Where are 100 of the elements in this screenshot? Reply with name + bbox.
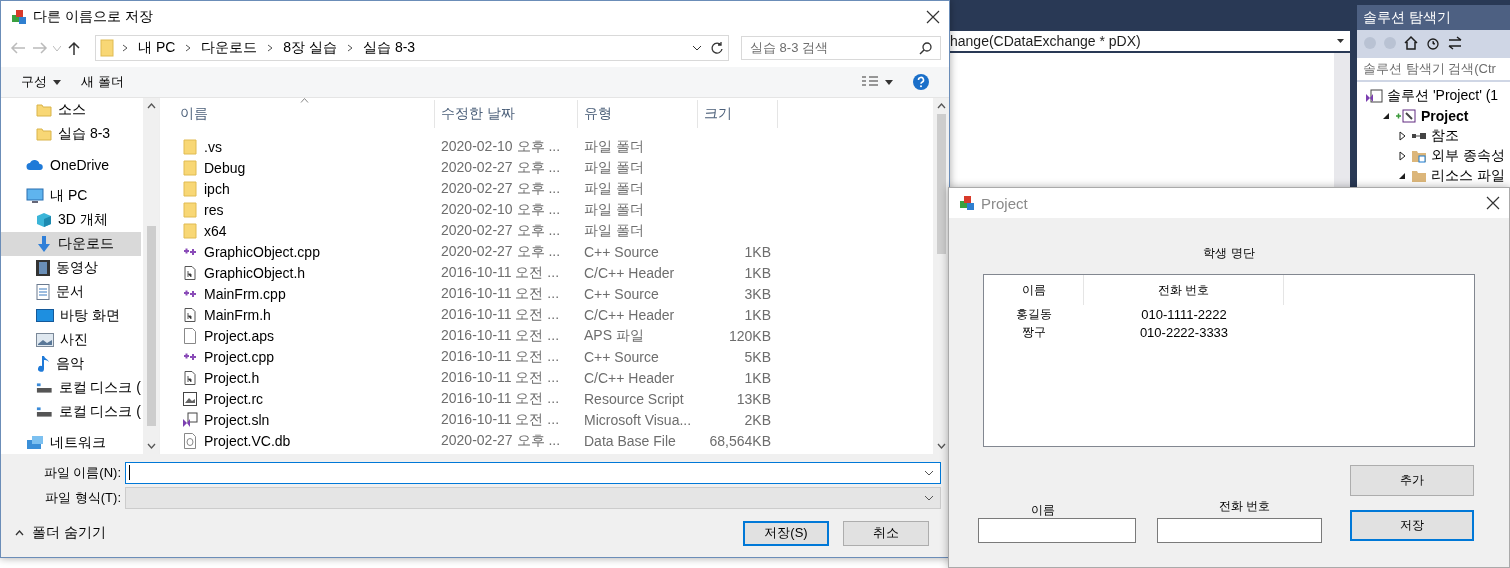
collapsed-arrow-icon[interactable] [1397, 151, 1407, 161]
file-name[interactable]: res [204, 201, 224, 218]
cancel-button[interactable]: 취소 [843, 520, 929, 546]
nav-item[interactable]: 실습 8-3 [1, 122, 141, 146]
close-icon[interactable] [925, 9, 941, 25]
file-name[interactable]: Project.h [204, 369, 260, 386]
nav-item[interactable]: 바탕 화면 [1, 304, 141, 328]
folder-icon [100, 39, 114, 57]
nav-item[interactable]: 동영상 [1, 256, 141, 280]
refresh-icon[interactable] [710, 41, 724, 55]
scroll-thumb[interactable] [936, 114, 946, 254]
new-folder-button[interactable]: 새 폴더 [81, 73, 124, 91]
file-name[interactable]: MainFrm.cpp [204, 285, 286, 302]
network-icon [26, 435, 44, 451]
sync-arrows-icon[interactable] [1447, 36, 1463, 50]
tree-item[interactable]: 솔루션 'Project' (1 [1387, 87, 1499, 105]
tree-item[interactable]: Project [1421, 108, 1469, 124]
nav-item[interactable]: 문서 [1, 280, 141, 304]
column-header[interactable]: 크기 [698, 100, 778, 128]
search-field[interactable]: 실습 8-3 검색 [741, 36, 941, 60]
nav-item[interactable]: 소스 [1, 98, 141, 122]
folder-icon [183, 180, 197, 197]
nav-item[interactable]: 로컬 디스크 ( [1, 400, 141, 424]
member-dropdown[interactable]: hange(CDataExchange * pDX) [950, 31, 1350, 51]
scroll-down-icon[interactable] [936, 443, 946, 449]
dropdown-caret-icon[interactable] [692, 45, 702, 51]
column-header[interactable]: 수정한 날짜 [435, 100, 578, 128]
nav-item[interactable]: 음악 [1, 352, 141, 376]
column-header[interactable]: 이름 [160, 100, 435, 128]
caret-icon [53, 79, 61, 85]
list-cell-text: 010-2222-3333 [1138, 324, 1230, 340]
file-name[interactable]: Project.sln [204, 411, 270, 428]
tree-item[interactable]: 외부 종속성 [1431, 147, 1505, 165]
save-button[interactable]: 저장(S) [743, 520, 829, 546]
help-icon[interactable] [913, 74, 929, 90]
search-field[interactable]: 솔루션 탐색기 검색(Ctr [1357, 58, 1510, 80]
file-type: 파일 폴더 [583, 221, 645, 240]
file-name[interactable]: .vs [204, 138, 222, 155]
file-type: Data Base File [583, 432, 677, 449]
scroll-up-icon[interactable] [936, 103, 946, 109]
scrollbar[interactable] [933, 98, 949, 454]
add-button[interactable]: 추가 [1350, 465, 1474, 496]
column-header[interactable]: 유형 [578, 100, 698, 128]
organize-menu[interactable]: 구성 [21, 73, 61, 91]
dropdown-caret-icon[interactable] [885, 79, 893, 85]
address-bar[interactable]: 내 PC 다운로드 8장 실습 실습 8-3 [95, 35, 729, 61]
breadcrumb[interactable]: 실습 8-3 [361, 39, 418, 57]
close-icon[interactable] [1485, 195, 1501, 211]
file-name[interactable]: GraphicObject.cpp [204, 243, 320, 260]
file-name[interactable]: Project.aps [204, 327, 275, 344]
breadcrumb[interactable]: 8장 실습 [281, 39, 340, 57]
file-name[interactable]: Debug [204, 159, 246, 176]
file-size: 1KB [744, 243, 771, 260]
tree-item[interactable]: 참조 [1431, 127, 1459, 145]
file-name[interactable]: GraphicObject.h [204, 264, 306, 281]
view-list-icon[interactable] [861, 75, 879, 89]
name-field[interactable] [978, 518, 1136, 543]
nav-item[interactable]: 다운로드 [1, 232, 141, 256]
scrollbar[interactable] [143, 98, 159, 454]
header-file-icon [184, 307, 196, 322]
file-date: 2016-10-11 오전 ... [440, 284, 561, 303]
file-name[interactable]: Project.rc [204, 390, 264, 407]
nav-item[interactable]: 로컬 디스크 ( [1, 376, 141, 400]
file-name[interactable]: ipch [204, 180, 230, 197]
scroll-up-icon[interactable] [146, 103, 156, 109]
file-name[interactable]: Project.VC.db [204, 432, 291, 449]
home-icon[interactable] [1403, 35, 1419, 51]
nav-item[interactable]: 내 PC [1, 184, 141, 208]
list-view[interactable]: 이름 전화 번호 홍길동 010-1111-2222 짱구 010-2222-3333 [983, 274, 1475, 447]
phone-field[interactable] [1157, 518, 1322, 543]
file-name-field[interactable] [125, 461, 941, 484]
hide-folders-button[interactable]: 폴더 숨기기 [15, 524, 106, 542]
collapsed-arrow-icon[interactable] [1397, 131, 1407, 141]
dropdown-caret-icon[interactable] [924, 469, 934, 476]
expanded-arrow-icon[interactable] [1381, 111, 1391, 121]
file-size: 1KB [744, 264, 771, 281]
expanded-arrow-icon[interactable] [1397, 171, 1407, 181]
scroll-down-icon[interactable] [146, 443, 156, 449]
column-header[interactable]: 전화 번호 [1084, 275, 1284, 305]
window-title: Project [981, 194, 1029, 212]
breadcrumb[interactable]: 다운로드 [199, 39, 260, 57]
list-cell-text: 010-1111-2222 [1140, 306, 1228, 322]
file-type: 파일 폴더 [583, 200, 645, 219]
nav-item[interactable]: OneDrive [1, 153, 141, 177]
nav-item[interactable]: 네트워크 [1, 431, 141, 454]
field-label: 전화 번호 [1219, 498, 1271, 515]
nav-item[interactable]: 사진 [1, 328, 141, 352]
column-header[interactable]: 이름 [984, 275, 1084, 305]
file-name[interactable]: MainFrm.h [204, 306, 271, 323]
save-button[interactable]: 저장 [1350, 510, 1474, 541]
folder-icon [36, 126, 52, 142]
clock-icon[interactable] [1425, 35, 1441, 51]
nav-item[interactable]: 3D 개체 [1, 208, 141, 232]
scroll-thumb[interactable] [146, 226, 156, 426]
file-date: 2016-10-11 오전 ... [440, 410, 561, 429]
plus-plus-icon [183, 246, 197, 257]
tree-item[interactable]: 리소스 파일 [1431, 167, 1505, 185]
breadcrumb[interactable]: 내 PC [136, 39, 178, 57]
file-name[interactable]: x64 [204, 222, 227, 239]
file-name[interactable]: Project.cpp [204, 348, 275, 365]
